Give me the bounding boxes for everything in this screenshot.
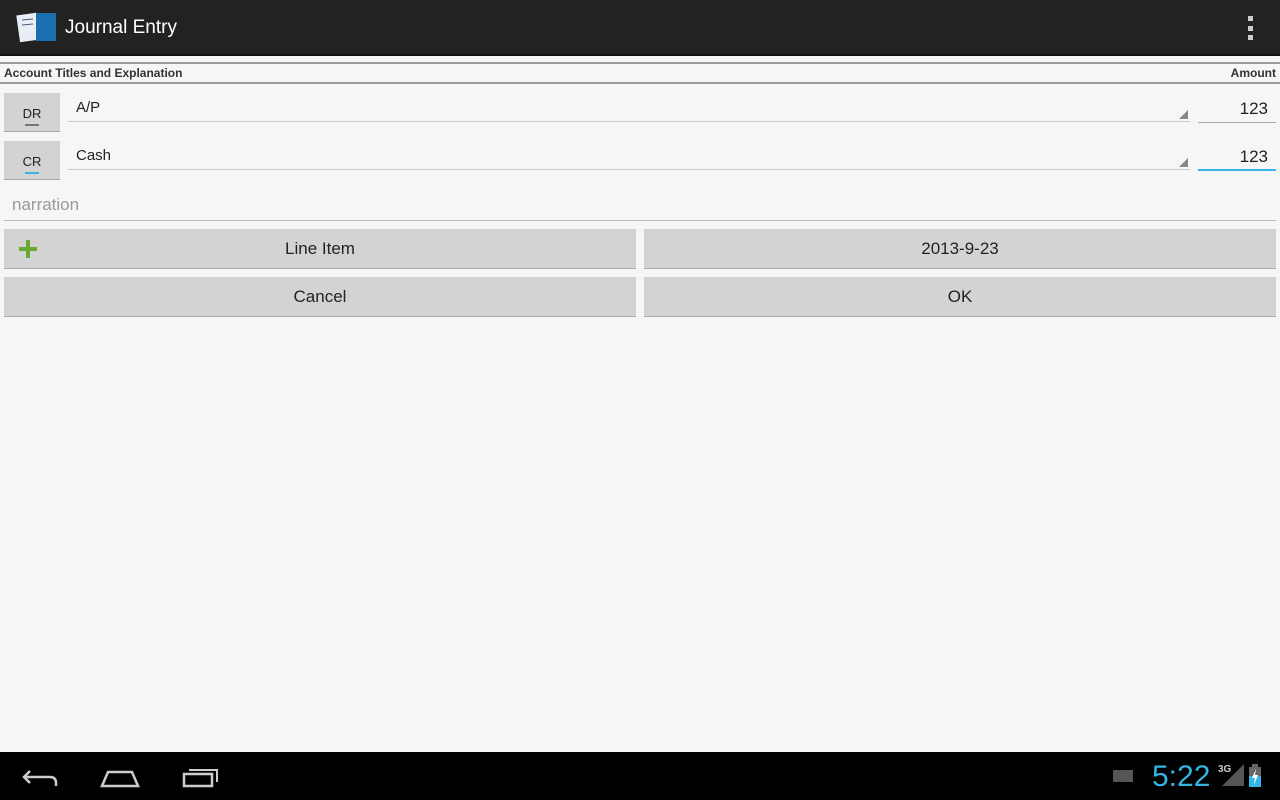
account-value: Cash	[76, 147, 112, 164]
date-button[interactable]: 2013-9-23	[644, 229, 1276, 269]
toggle-label: DR	[22, 106, 42, 121]
battery-charging-icon	[1249, 764, 1261, 787]
system-nav-bar: 5:22 3G	[0, 752, 1280, 800]
amount-header: Amount	[1230, 66, 1276, 80]
add-line-item-button[interactable]: Line Item	[4, 229, 636, 269]
account-header: Account Titles and Explanation	[4, 66, 183, 80]
back-icon[interactable]	[22, 766, 58, 788]
keyboard-icon[interactable]	[1113, 770, 1133, 782]
dr-toggle[interactable]: DR	[4, 93, 60, 132]
amount-input[interactable]: 123	[1198, 95, 1276, 123]
app-title: Journal Entry	[65, 17, 177, 38]
action-bar: Journal Entry	[0, 0, 1280, 56]
plus-icon	[19, 240, 37, 258]
dropdown-icon	[1179, 110, 1188, 119]
overflow-menu-icon[interactable]	[1248, 16, 1254, 40]
account-spinner[interactable]: A/P	[68, 94, 1190, 122]
account-value: A/P	[76, 99, 101, 116]
button-label: Line Item	[285, 239, 355, 258]
dropdown-icon	[1179, 158, 1188, 167]
toggle-indicator	[25, 124, 39, 126]
amount-input[interactable]: 123	[1198, 143, 1276, 171]
app-logo-icon[interactable]	[16, 10, 58, 44]
narration-input[interactable]: narration	[4, 192, 1276, 221]
signal-icon	[1222, 764, 1244, 786]
column-header: Account Titles and Explanation Amount	[0, 62, 1280, 84]
toggle-label: CR	[22, 154, 42, 169]
account-spinner[interactable]: Cash	[68, 142, 1190, 170]
toggle-indicator	[25, 172, 39, 174]
ok-button[interactable]: OK	[644, 277, 1276, 317]
cancel-button[interactable]: Cancel	[4, 277, 636, 317]
clock: 5:22	[1152, 760, 1211, 793]
recent-apps-icon[interactable]	[182, 766, 220, 788]
home-icon[interactable]	[100, 766, 140, 788]
cr-toggle[interactable]: CR	[4, 141, 60, 180]
